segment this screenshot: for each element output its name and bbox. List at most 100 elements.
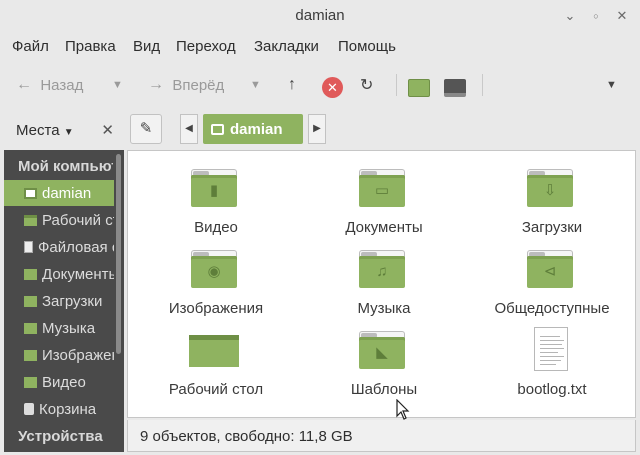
up-button[interactable]: ↑	[288, 72, 296, 98]
file-label: Общедоступные	[494, 300, 610, 317]
file-item[interactable]: Рабочий стол	[136, 321, 296, 398]
file-item[interactable]: ♫ Музыка	[304, 240, 464, 317]
stop-button[interactable]: ✕	[322, 74, 343, 100]
videos-folder-icon: ▮	[191, 169, 237, 207]
sidebar-item-music[interactable]: Музыка	[4, 315, 114, 341]
close-icon[interactable]: ✕	[612, 6, 632, 26]
file-item[interactable]: ⇩ Загрузки	[472, 159, 632, 236]
forward-button[interactable]: → Вперёд	[148, 72, 224, 98]
desktop-icon	[24, 214, 37, 226]
file-item[interactable]: ⊲ Общедоступные	[472, 240, 632, 317]
home-folder-icon	[211, 123, 224, 135]
file-item[interactable]: ▮ Видео	[136, 159, 296, 236]
edit-path-button[interactable]: ✎	[130, 114, 162, 144]
templates-folder-icon: ◣	[359, 331, 405, 369]
arrow-left-icon: ←	[16, 76, 32, 93]
sidebar-item-label: Корзина	[39, 400, 97, 418]
status-text: 9 объектов, свободно: 11,8 GB	[140, 428, 353, 445]
arrow-right-icon: →	[148, 76, 164, 93]
icon-view-button[interactable]	[408, 75, 430, 101]
pictures-folder-icon	[24, 349, 37, 361]
toolbar: ← Назад ▼ → Вперёд ▼ ↑ ✕ ↻ ▼	[0, 62, 640, 108]
places-label: Места	[16, 122, 60, 139]
downloads-folder-icon: ⇩	[527, 169, 573, 207]
file-item[interactable]: ◣ Шаблоны	[304, 321, 464, 398]
public-folder-icon: ⊲	[527, 250, 573, 288]
sidebar-item-label: Файловая система	[38, 238, 114, 256]
mouse-cursor-icon	[396, 399, 410, 420]
sidebar-item-desktop[interactable]: Рабочий стол	[4, 207, 114, 233]
menu-bookmarks[interactable]: Закладки	[254, 38, 319, 55]
trash-icon	[24, 403, 34, 415]
maximize-icon[interactable]: ○	[586, 6, 606, 26]
back-label: Назад	[40, 76, 84, 94]
file-label: Шаблоны	[350, 381, 418, 398]
forward-history-dropdown[interactable]: ▼	[250, 72, 261, 98]
back-history-dropdown[interactable]: ▼	[112, 72, 123, 98]
file-label: Изображения	[168, 300, 264, 317]
documents-folder-icon	[24, 268, 37, 280]
file-label: Документы	[345, 219, 423, 236]
sidebar-item-label: Загрузки	[42, 292, 103, 310]
monitor-icon	[444, 79, 466, 97]
sidebar-section-my-computer: Мой компьютер	[18, 158, 113, 175]
music-folder-icon: ♫	[359, 250, 405, 288]
sidebar-item-trash[interactable]: Корзина	[4, 396, 114, 422]
path-left-arrow[interactable]: ◀	[180, 114, 198, 144]
sidebar-scrollbar[interactable]	[116, 154, 121, 354]
sidebar-item-videos[interactable]: Видео	[4, 369, 114, 395]
filesystem-icon	[24, 241, 33, 253]
status-bar: 9 объектов, свободно: 11,8 GB	[127, 420, 636, 452]
file-label: bootlog.txt	[517, 381, 587, 398]
documents-folder-icon: ▭	[359, 169, 405, 207]
sidebar-item-label: Изображения	[42, 346, 114, 364]
title-bar: damian ⌄ ○ ✕	[0, 0, 640, 32]
breadcrumb-label: damian	[230, 120, 283, 138]
reload-icon: ↻	[360, 77, 374, 94]
sidebar-item-label: Видео	[42, 373, 86, 391]
computer-button[interactable]	[444, 75, 466, 101]
minimize-icon[interactable]: ⌄	[560, 6, 580, 26]
menu-go[interactable]: Переход	[176, 38, 236, 55]
chevron-left-icon: ◀	[185, 123, 193, 134]
menu-view[interactable]: Вид	[133, 38, 160, 55]
arrow-up-icon: ↑	[288, 76, 296, 93]
file-label: Музыка	[357, 300, 411, 317]
back-button[interactable]: ← Назад	[16, 72, 83, 98]
path-right-arrow[interactable]: ▶	[308, 114, 326, 144]
sidebar-item-label: Рабочий стол	[42, 211, 114, 229]
toolbar-menu-dropdown[interactable]: ▼	[606, 72, 617, 98]
text-file-icon	[534, 327, 568, 371]
file-label: Рабочий стол	[168, 381, 264, 398]
file-label: Видео	[194, 219, 238, 236]
chevron-right-icon: ▶	[313, 123, 321, 134]
chevron-down-icon: ▼	[63, 127, 74, 138]
reload-button[interactable]: ↻	[360, 72, 373, 98]
sidebar-item-label: Музыка	[42, 319, 96, 337]
folder-view-icon	[408, 79, 430, 97]
sidebar-item-pictures[interactable]: Изображения	[4, 342, 114, 368]
toolbar-separator	[396, 74, 397, 96]
file-view: ▮ Видео ▭ Документы ⇩ Загрузки ◉ Изображ…	[127, 150, 636, 418]
menu-bar: Файл Правка Вид Переход Закладки Помощь	[0, 32, 640, 62]
path-bar: ✎ ◀ damian ▶	[128, 110, 636, 150]
breadcrumb-current[interactable]: damian	[203, 114, 303, 144]
forward-label: Вперёд	[172, 76, 225, 94]
menu-file[interactable]: Файл	[12, 38, 49, 55]
file-item[interactable]: ◉ Изображения	[136, 240, 296, 317]
sidebar-item-downloads[interactable]: Загрузки	[4, 288, 114, 314]
menu-help[interactable]: Помощь	[338, 38, 396, 55]
window-title: damian	[295, 7, 345, 24]
toolbar-separator	[482, 74, 483, 96]
file-label: Загрузки	[521, 219, 583, 236]
places-dropdown[interactable]: Места ▼	[16, 122, 74, 139]
menu-edit[interactable]: Правка	[65, 38, 116, 55]
sidebar-item-damian[interactable]: damian	[4, 180, 114, 206]
close-sidebar-icon[interactable]: ✕	[101, 121, 114, 139]
sidebar-item-documents[interactable]: Документы	[4, 261, 114, 287]
file-item[interactable]: bootlog.txt	[472, 321, 632, 398]
sidebar-item-filesystem[interactable]: Файловая система	[4, 234, 114, 260]
file-item[interactable]: ▭ Документы	[304, 159, 464, 236]
sidebar-item-label: damian	[42, 184, 92, 202]
sidebar-item-label: Документы	[42, 265, 114, 283]
